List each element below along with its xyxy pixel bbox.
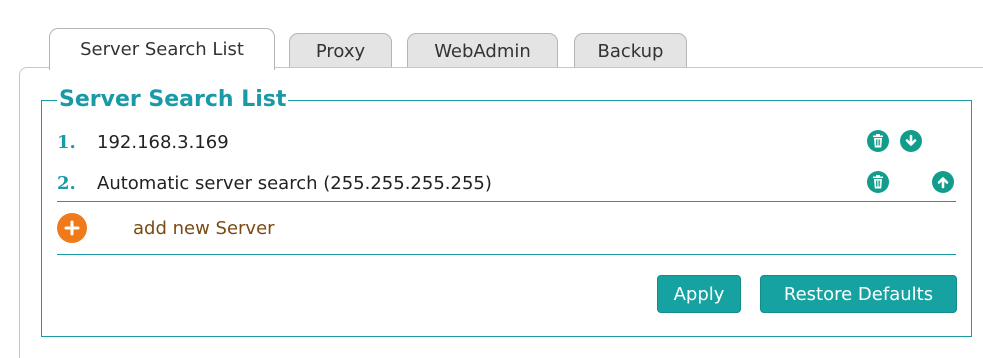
tab-proxy[interactable]: Proxy [289,33,392,68]
tab-backup[interactable]: Backup [574,33,687,68]
restore-defaults-button[interactable]: Restore Defaults [760,275,957,313]
trash-icon[interactable] [867,130,889,152]
settings-page: Server Search List Proxy WebAdmin Backup… [0,0,983,358]
trash-icon[interactable] [867,171,889,193]
server-row-number: 2. [57,172,76,194]
server-search-list-fieldset: Server Search List 1. 192.168.3.169 2. A… [41,86,972,337]
tab-server-search-list[interactable]: Server Search List [49,28,275,70]
divider [57,254,956,255]
server-row-number: 1. [57,131,76,153]
add-server-button[interactable]: add new Server [57,209,275,247]
server-row: 1. 192.168.3.169 [57,124,957,160]
divider [57,201,956,202]
arrow-up-icon[interactable] [932,171,954,193]
server-row-address: Automatic server search (255.255.255.255… [97,172,492,194]
server-row-address: 192.168.3.169 [97,131,229,153]
server-row: 2. Automatic server search (255.255.255.… [57,165,957,201]
tab-webadmin[interactable]: WebAdmin [407,33,558,68]
fieldset-legend: Server Search List [57,86,289,114]
add-server-label[interactable]: add new Server [133,218,275,239]
apply-button[interactable]: Apply [657,275,741,313]
arrow-down-icon[interactable] [900,130,922,152]
plus-icon[interactable] [57,213,87,243]
